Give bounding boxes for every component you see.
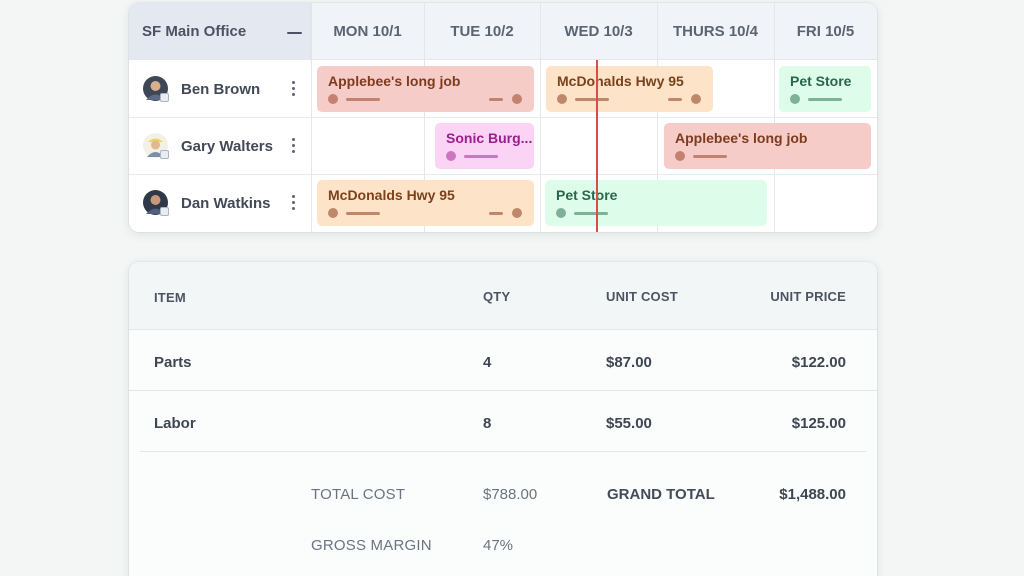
- status-bar-icon: [346, 212, 380, 215]
- status-bar-icon: [489, 98, 503, 101]
- collapse-icon[interactable]: [287, 32, 302, 34]
- status-dot-icon: [328, 208, 338, 218]
- line-item-name: Parts: [154, 354, 192, 371]
- schedule-board: SF Main Office MON 10/1 TUE 10/2 WED 10/…: [129, 3, 877, 232]
- job-title: McDonalds Hwy 95: [328, 187, 455, 203]
- status-dot-icon: [790, 94, 800, 104]
- technician-row: Gary Walters: [129, 117, 311, 174]
- day-header-thurs[interactable]: THURS 10/4: [657, 23, 774, 40]
- column-header-unit-cost: UNIT COST: [606, 289, 678, 304]
- column-header-unit-price: UNIT PRICE: [770, 289, 846, 304]
- status-bar-icon: [808, 98, 842, 101]
- status-dot-icon: [675, 151, 685, 161]
- job-title: McDonalds Hwy 95: [557, 73, 684, 89]
- total-cost-value: $788.00: [483, 486, 538, 503]
- day-header-tue[interactable]: TUE 10/2: [424, 23, 540, 40]
- office-name: SF Main Office: [142, 23, 247, 40]
- technician-name[interactable]: Ben Brown: [181, 81, 260, 98]
- technician-name[interactable]: Gary Walters: [181, 138, 273, 155]
- office-selector[interactable]: SF Main Office: [129, 3, 311, 60]
- job-block[interactable]: Applebee's long job: [317, 66, 534, 112]
- status-dot-icon: [556, 208, 566, 218]
- current-time-indicator: [596, 60, 598, 232]
- line-item-unit-price: $122.00: [791, 354, 846, 371]
- line-item-unit-cost: $87.00: [606, 354, 652, 371]
- job-block[interactable]: McDonalds Hwy 95: [546, 66, 713, 112]
- day-header-fri[interactable]: FRI 10/5: [774, 23, 877, 40]
- schedule-header: SF Main Office MON 10/1 TUE 10/2 WED 10/…: [129, 3, 877, 60]
- avatar: [143, 190, 169, 216]
- status-bar-icon: [693, 155, 727, 158]
- device-badge-icon: [160, 93, 169, 102]
- status-dot-icon: [557, 94, 567, 104]
- line-item-name: Labor: [154, 415, 196, 432]
- grand-total-value: $1,488.00: [779, 486, 846, 503]
- job-title: Pet Store: [790, 73, 852, 89]
- status-bar-icon: [464, 155, 498, 158]
- line-item-qty: 4: [483, 354, 492, 371]
- job-block[interactable]: McDonalds Hwy 95: [317, 180, 534, 226]
- technician-row: Dan Watkins: [129, 174, 311, 231]
- row-divider: [129, 390, 877, 391]
- status-bar-icon: [346, 98, 380, 101]
- column-header-item: ITEM: [154, 290, 186, 305]
- status-dot-icon: [512, 94, 522, 104]
- job-block[interactable]: Pet Store: [779, 66, 871, 112]
- more-options-icon[interactable]: [292, 195, 296, 211]
- job-title: Pet Store: [556, 187, 618, 203]
- avatar: [143, 76, 169, 102]
- invoice-header-row: ITEM QTY UNIT COST UNIT PRICE: [129, 262, 877, 330]
- device-badge-icon: [160, 207, 169, 216]
- status-bar-icon: [668, 98, 682, 101]
- job-title: Sonic Burg...: [446, 130, 533, 146]
- column-header-qty: QTY: [483, 289, 511, 304]
- day-header-mon[interactable]: MON 10/1: [311, 23, 424, 40]
- grand-total-label: GRAND TOTAL: [607, 486, 715, 503]
- line-item-unit-cost: $55.00: [606, 415, 652, 432]
- line-item-unit-price: $125.00: [791, 415, 846, 432]
- job-title: Applebee's long job: [328, 73, 461, 89]
- gross-margin-value: 47%: [483, 537, 514, 554]
- gross-margin-label: GROSS MARGIN: [311, 537, 432, 554]
- device-badge-icon: [160, 150, 169, 159]
- job-block[interactable]: Sonic Burg...: [435, 123, 534, 169]
- status-bar-icon: [489, 212, 503, 215]
- more-options-icon[interactable]: [292, 138, 296, 154]
- status-dot-icon: [328, 94, 338, 104]
- status-bar-icon: [575, 98, 609, 101]
- job-block[interactable]: Applebee's long job: [664, 123, 871, 169]
- technician-name[interactable]: Dan Watkins: [181, 195, 270, 212]
- more-options-icon[interactable]: [292, 81, 296, 97]
- status-dot-icon: [512, 208, 522, 218]
- technician-row: Ben Brown: [129, 60, 311, 117]
- line-item-qty: 8: [483, 415, 492, 432]
- invoice-table: ITEM QTY UNIT COST UNIT PRICE Parts 4 $8…: [129, 262, 877, 576]
- job-title: Applebee's long job: [675, 130, 808, 146]
- status-bar-icon: [574, 212, 608, 215]
- job-block[interactable]: Pet Store: [545, 180, 767, 226]
- row-divider: [140, 451, 866, 452]
- total-cost-label: TOTAL COST: [311, 486, 406, 503]
- day-header-wed[interactable]: WED 10/3: [540, 23, 657, 40]
- avatar: [143, 133, 169, 159]
- status-dot-icon: [691, 94, 701, 104]
- status-dot-icon: [446, 151, 456, 161]
